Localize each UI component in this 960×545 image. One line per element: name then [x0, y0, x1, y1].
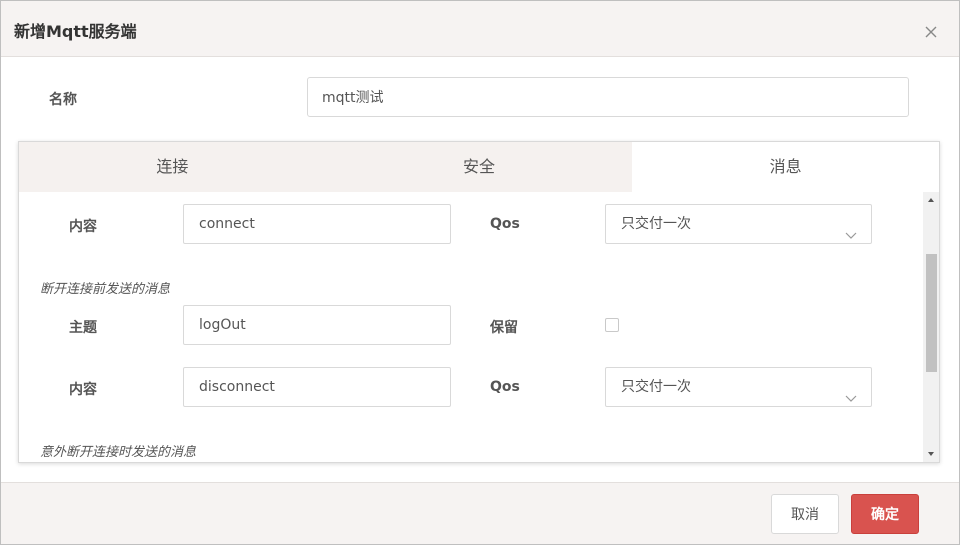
disconnect-topic-input[interactable] — [183, 305, 451, 345]
connect-qos-select[interactable]: 只交付一次 — [605, 204, 872, 244]
name-label: 名称 — [49, 92, 77, 108]
messages-scroll-area: 内容 Qos 只交付一次 断开连接前发送的消息 主题 保留 内容 Qos 只交付… — [19, 192, 923, 462]
disconnect-content-input[interactable] — [183, 367, 451, 407]
confirm-button[interactable]: 确定 — [851, 494, 919, 534]
disconnect-qos-select[interactable]: 只交付一次 — [605, 367, 872, 407]
disconnect-retain-checkbox[interactable] — [605, 318, 619, 332]
close-icon[interactable] — [922, 23, 940, 41]
connect-content-label: 内容 — [69, 219, 97, 235]
scroll-up-arrow-icon[interactable] — [923, 192, 939, 208]
disconnect-retain-label: 保留 — [490, 320, 518, 336]
connect-qos-value: 只交付一次 — [621, 216, 691, 232]
tab-messages[interactable]: 消息 — [632, 142, 939, 192]
disconnect-section-title: 断开连接前发送的消息 — [40, 282, 171, 297]
chevron-down-icon — [845, 218, 857, 239]
name-input[interactable] — [307, 77, 909, 117]
chevron-down-icon — [845, 381, 857, 402]
disconnect-content-label: 内容 — [69, 382, 97, 398]
settings-panel: 连接 安全 消息 内容 Qos 只交付一次 断开连接前发送的消息 主题 保留 内… — [18, 141, 940, 463]
cancel-button[interactable]: 取消 — [771, 494, 839, 534]
dialog-header: 新增Mqtt服务端 — [1, 1, 959, 57]
dialog-footer: 取消 确定 — [1, 482, 959, 544]
connect-qos-label: Qos — [490, 216, 520, 232]
connect-content-input[interactable] — [183, 204, 451, 244]
scrollbar-thumb[interactable] — [926, 254, 937, 372]
disconnect-qos-value: 只交付一次 — [621, 379, 691, 395]
mqtt-server-dialog: 新增Mqtt服务端 名称 连接 安全 消息 内容 Qos 只交付一次 断开连接前… — [0, 0, 960, 545]
scroll-down-arrow-icon[interactable] — [923, 446, 939, 462]
disconnect-qos-label: Qos — [490, 379, 520, 395]
disconnect-topic-label: 主题 — [69, 320, 97, 336]
tab-security[interactable]: 安全 — [326, 142, 633, 192]
dialog-title: 新增Mqtt服务端 — [14, 22, 137, 41]
vertical-scrollbar[interactable] — [923, 192, 939, 462]
tab-bar: 连接 安全 消息 — [19, 142, 939, 192]
unexpected-section-title: 意外断开连接时发送的消息 — [40, 445, 197, 460]
tab-connection[interactable]: 连接 — [19, 142, 326, 192]
